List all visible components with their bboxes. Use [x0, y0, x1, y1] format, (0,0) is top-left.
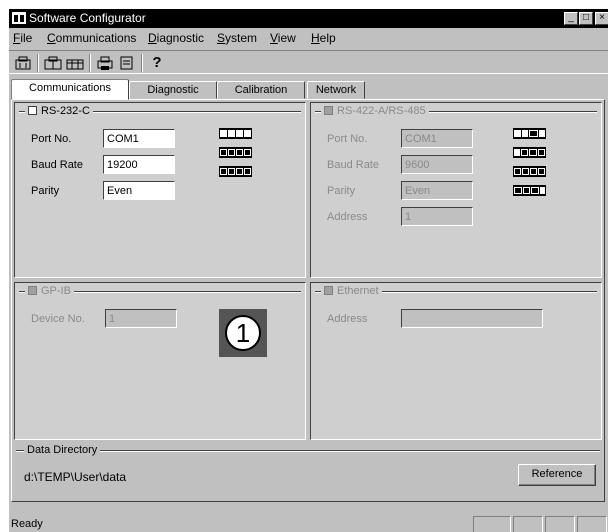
dip-switch-icon — [513, 185, 546, 196]
instrument-pair-icon — [44, 56, 62, 70]
preview-icon — [120, 56, 133, 70]
gpib-toggle[interactable]: GP-IB — [25, 285, 74, 297]
rs232-parity-field[interactable]: Even — [103, 181, 175, 200]
ethernet-title: Ethernet — [337, 285, 379, 297]
status-bar: Ready — [9, 514, 608, 532]
rs232-baud-label: Baud Rate — [31, 159, 83, 171]
preview-button[interactable] — [117, 53, 137, 73]
ethernet-toggle[interactable]: Ethernet — [321, 285, 382, 297]
rs485-baud-label: Baud Rate — [327, 159, 379, 171]
maximize-icon: □ — [582, 12, 590, 23]
menu-system[interactable]: System — [217, 31, 257, 45]
dip-switch-icon — [219, 128, 252, 139]
dip-switch-icon — [513, 128, 546, 139]
toolbar-separator — [141, 54, 143, 72]
rs485-group: RS-422-A/RS-485 Port No. COM1 Baud Rate … — [310, 102, 602, 278]
rs232-port-field[interactable]: COM1 — [103, 129, 175, 148]
minimize-icon: _ — [568, 12, 574, 23]
rs485-toggle[interactable]: RS-422-A/RS-485 — [321, 105, 429, 117]
rs232-toggle[interactable]: RS-232-C — [25, 105, 93, 117]
tab-communications[interactable]: Communications — [11, 79, 129, 100]
reference-button[interactable]: Reference — [518, 464, 596, 486]
status-text: Ready — [11, 518, 43, 530]
menu-diagnostic[interactable]: Diagnostic — [148, 31, 204, 45]
menu-bar: File Communications Diagnostic System Vi… — [9, 29, 608, 47]
status-cell — [513, 516, 543, 532]
instrument-group-button[interactable] — [65, 53, 85, 73]
help-button[interactable]: ? — [147, 53, 167, 73]
status-cell — [577, 516, 607, 532]
rs485-parity-label: Parity — [327, 185, 356, 197]
close-button[interactable]: × — [595, 12, 608, 25]
group-divider — [16, 450, 600, 452]
tab-diagnostic[interactable]: Diagnostic — [129, 81, 217, 99]
toolbar: ? — [9, 50, 608, 74]
instrument-icon — [15, 56, 31, 70]
data-directory-section: Data Directory d:\TEMP\User\data Referen… — [14, 442, 604, 498]
rs485-title: RS-422-A/RS-485 — [337, 105, 426, 117]
instrument-group-icon — [66, 59, 84, 70]
tab-strip: Communications Diagnostic Calibration Ne… — [9, 79, 608, 100]
gpib-address-number: 1 — [225, 315, 261, 351]
gpib-title: GP-IB — [41, 285, 71, 297]
title-bar[interactable]: Software Configurator _ □ × — [9, 9, 608, 28]
menu-file[interactable]: File — [13, 31, 32, 45]
tab-network[interactable]: Network — [307, 81, 365, 99]
dip-switch-icon — [513, 166, 546, 177]
rs232-port-label: Port No. — [31, 133, 72, 145]
menu-help[interactable]: Help — [311, 31, 336, 45]
ethernet-address-field[interactable] — [401, 309, 543, 328]
checkbox-icon — [28, 286, 37, 295]
instrument-pair-button[interactable] — [43, 53, 63, 73]
rs232-title: RS-232-C — [41, 105, 90, 117]
maximize-button[interactable]: □ — [579, 12, 593, 25]
ethernet-address-label: Address — [327, 313, 368, 325]
rs232-group: RS-232-C Port No. COM1 Baud Rate 19200 P… — [14, 102, 306, 278]
gpib-group: GP-IB Device No. 1 1 — [14, 282, 306, 440]
rs485-address-label: Address — [327, 211, 368, 223]
close-icon: × — [599, 12, 605, 23]
gpib-address-badge: 1 — [219, 309, 267, 357]
gpib-device-field[interactable]: 1 — [105, 309, 177, 328]
print-button[interactable] — [95, 53, 115, 73]
checkbox-icon — [324, 106, 333, 115]
gpib-device-label: Device No. — [31, 313, 85, 325]
checkbox-icon — [324, 286, 333, 295]
rs485-address-field[interactable]: 1 — [401, 207, 473, 226]
menu-view[interactable]: View — [270, 31, 296, 45]
data-directory-path: d:\TEMP\User\data — [24, 470, 127, 484]
ethernet-group: Ethernet Address — [310, 282, 602, 440]
toolbar-separator — [89, 54, 91, 72]
minimize-button[interactable]: _ — [564, 12, 578, 25]
dip-switch-icon — [219, 166, 252, 177]
dip-switch-icon — [219, 147, 252, 158]
rs485-port-label: Port No. — [327, 133, 368, 145]
rs232-baud-field[interactable]: 19200 — [103, 155, 175, 174]
app-icon — [12, 12, 26, 24]
help-icon: ? — [152, 54, 162, 71]
tab-panel-communications: RS-232-C Port No. COM1 Baud Rate 19200 P… — [11, 99, 605, 502]
print-icon — [97, 56, 113, 70]
tab-calibration[interactable]: Calibration — [217, 81, 305, 99]
rs485-baud-field[interactable]: 9600 — [401, 155, 473, 174]
rs232-parity-label: Parity — [31, 185, 60, 197]
instrument-button[interactable] — [13, 53, 33, 73]
toolbar-separator — [37, 54, 39, 72]
menu-communications[interactable]: Communications — [47, 31, 136, 45]
status-cell — [473, 516, 511, 532]
app-window: Software Configurator _ □ × File Communi… — [8, 8, 608, 532]
dip-switch-icon — [513, 147, 546, 158]
data-directory-title: Data Directory — [24, 444, 101, 456]
status-cell — [545, 516, 575, 532]
window-title: Software Configurator — [29, 11, 146, 25]
rs485-parity-field[interactable]: Even — [401, 181, 473, 200]
rs485-port-field[interactable]: COM1 — [401, 129, 473, 148]
checkbox-icon — [28, 106, 37, 115]
